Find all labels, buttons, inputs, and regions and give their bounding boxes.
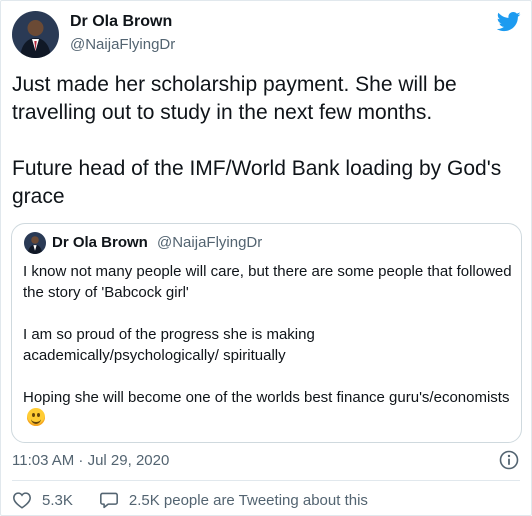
- smiling-face-emoji: [27, 408, 45, 426]
- quoted-tweet[interactable]: Dr Ola Brown @NaijaFlyingDr I know not m…: [11, 223, 522, 443]
- quoted-text: I know not many people will care, but th…: [23, 263, 512, 406]
- quoted-author-handle: @NaijaFlyingDr: [157, 234, 263, 251]
- author-name[interactable]: Dr Ola Brown: [70, 13, 172, 31]
- discussion-text: 2.5K people are Tweeting about this: [128, 491, 368, 509]
- divider: [12, 480, 520, 481]
- tweet-timestamp[interactable]: 11:03 AM · Jul 29, 2020: [12, 452, 169, 469]
- quoted-author-name: Dr Ola Brown: [52, 234, 148, 251]
- tweet-actions: 5.3K 2.5K people are Tweeting about this: [12, 489, 394, 511]
- twitter-bird-icon[interactable]: [497, 11, 521, 33]
- discussion-link[interactable]: 2.5K people are Tweeting about this: [99, 491, 368, 509]
- speech-bubble-icon: [99, 492, 118, 509]
- info-icon[interactable]: [499, 450, 519, 470]
- quoted-author-avatar: [24, 232, 46, 254]
- author-avatar[interactable]: [12, 11, 59, 58]
- tweet-text: Just made her scholarship payment. She w…: [12, 73, 502, 208]
- author-handle[interactable]: @NaijaFlyingDr: [70, 36, 175, 53]
- like-button[interactable]: 5.3K: [12, 491, 73, 509]
- like-count: 5.3K: [42, 491, 73, 509]
- tweet-card[interactable]: Dr Ola Brown @NaijaFlyingDr Just made he…: [0, 0, 532, 516]
- quoted-text-block: I know not many people will care, but th…: [23, 261, 513, 429]
- heart-icon: [13, 492, 31, 509]
